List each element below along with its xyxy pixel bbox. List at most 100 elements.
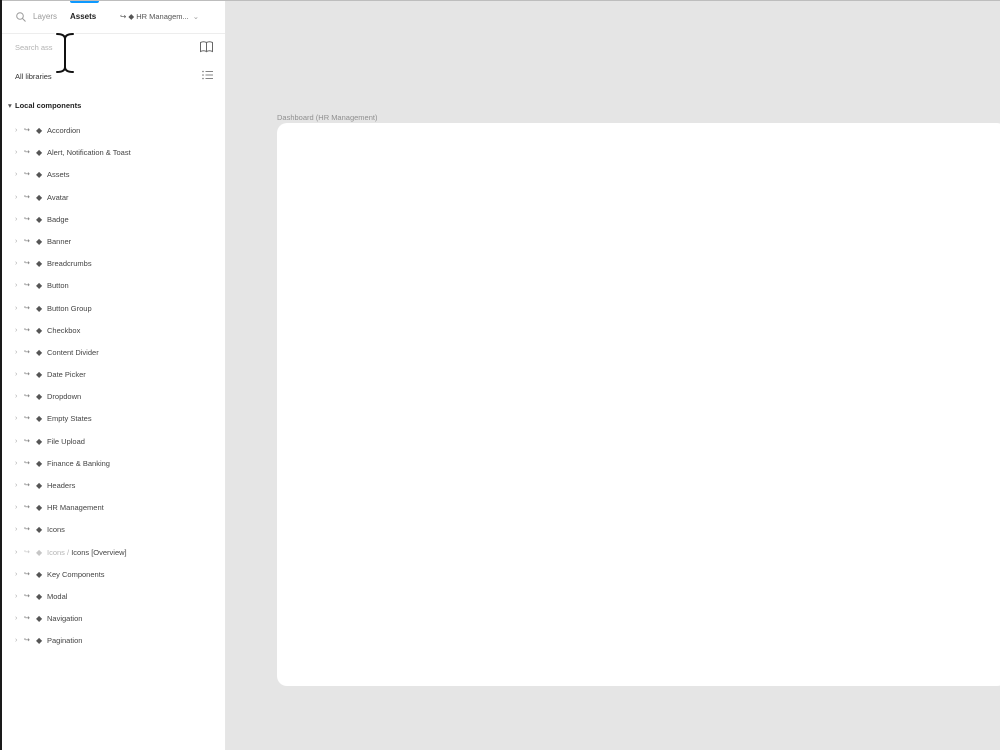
component-name: Button Group	[47, 303, 92, 313]
chevron-right-icon[interactable]: ›	[15, 542, 17, 564]
instance-icon: ↪	[24, 348, 30, 356]
component-list-item[interactable]: › ↪ ◆ Avatar	[2, 187, 225, 209]
instance-icon: ↪	[24, 282, 30, 290]
frame-label[interactable]: Dashboard (HR Management)	[277, 112, 377, 123]
component-list-item[interactable]: › ↪ ◆ Accordion	[2, 120, 225, 142]
chevron-right-icon[interactable]: ›	[15, 364, 17, 386]
book-icon[interactable]	[199, 40, 214, 53]
component-list-item[interactable]: › ↪ ◆ Button Group	[2, 298, 225, 320]
component-diamond-icon: ◆	[36, 636, 43, 646]
component-label: Key Components	[47, 564, 105, 586]
instance-icon: ↪	[24, 637, 30, 645]
component-name: Icons [Overview]	[71, 547, 127, 557]
chevron-right-icon[interactable]: ›	[15, 497, 17, 519]
list-view-icon[interactable]	[201, 69, 214, 81]
library-picker-label: ↪ ◆ HR Managem...	[120, 12, 189, 21]
chevron-right-icon[interactable]: ›	[15, 386, 17, 408]
component-diamond-icon: ◆	[36, 370, 43, 380]
component-name: Assets	[47, 170, 70, 180]
chevron-right-icon[interactable]: ›	[15, 564, 17, 586]
component-list-item[interactable]: › ↪ ◆ Finance & Banking	[2, 453, 225, 475]
chevron-right-icon[interactable]: ›	[15, 187, 17, 209]
component-name: Avatar	[47, 192, 69, 202]
chevron-right-icon[interactable]: ›	[15, 408, 17, 430]
instance-icon: ↪	[24, 326, 30, 334]
component-list-item[interactable]: › ↪ ◆ Navigation	[2, 608, 225, 630]
component-list-item[interactable]: › ↪ ◆ Date Picker	[2, 364, 225, 386]
chevron-right-icon[interactable]: ›	[15, 231, 17, 253]
chevron-right-icon[interactable]: ›	[15, 586, 17, 608]
component-diamond-icon: ◆	[36, 525, 43, 535]
component-name: Finance & Banking	[47, 458, 110, 468]
component-name: Content Divider	[47, 347, 99, 357]
chevron-right-icon[interactable]: ›	[15, 298, 17, 320]
chevron-right-icon[interactable]: ›	[15, 209, 17, 231]
component-list-item[interactable]: › ↪ ◆ Alert, Notification & Toast	[2, 142, 225, 164]
chevron-right-icon[interactable]: ›	[15, 142, 17, 164]
component-list-item[interactable]: › ↪ ◆ Modal	[2, 586, 225, 608]
instance-icon: ↪	[24, 237, 30, 245]
tab-layers[interactable]: Layers	[33, 11, 57, 23]
component-diamond-icon: ◆	[36, 414, 43, 424]
component-list-item[interactable]: › ↪ ◆ HR Management	[2, 497, 225, 519]
component-diamond-icon: ◆	[36, 569, 43, 579]
component-list-item[interactable]: › ↪ ◆ Icons	[2, 519, 225, 541]
chevron-right-icon[interactable]: ›	[15, 164, 17, 186]
component-name: Accordion	[47, 126, 81, 135]
chevron-right-icon[interactable]: ›	[15, 275, 17, 297]
component-diamond-icon: ◆	[36, 170, 43, 180]
component-list-item[interactable]: › ↪ ◆ Icons / Icons [Overview]	[2, 542, 225, 564]
chevron-right-icon[interactable]: ›	[15, 120, 17, 142]
chevron-right-icon[interactable]: ›	[15, 320, 17, 342]
component-list-item[interactable]: › ↪ ◆ Headers	[2, 475, 225, 497]
component-label: Headers	[47, 475, 75, 497]
chevron-right-icon[interactable]: ›	[15, 608, 17, 630]
instance-icon: ↪	[24, 504, 30, 512]
component-label: Empty States	[47, 408, 92, 430]
component-label: Badge	[47, 209, 69, 231]
component-list-item[interactable]: › ↪ ◆ Badge	[2, 209, 225, 231]
chevron-right-icon[interactable]: ›	[15, 475, 17, 497]
component-list-item[interactable]: › ↪ ◆ File Upload	[2, 431, 225, 453]
component-list-item[interactable]: › ↪ ◆ Pagination	[2, 630, 225, 652]
component-label: HR Management	[47, 497, 104, 519]
instance-icon: ↪	[24, 592, 30, 600]
chevron-right-icon[interactable]: ›	[15, 342, 17, 364]
component-list-item[interactable]: › ↪ ◆ Key Components	[2, 564, 225, 586]
instance-icon: ↪	[24, 127, 30, 134]
all-libraries-filter[interactable]: All libraries	[15, 71, 52, 83]
component-list-item[interactable]: › ↪ ◆ Breadcrumbs	[2, 253, 225, 275]
instance-icon: ↪	[24, 260, 30, 268]
component-list-item[interactable]: › ↪ ◆ Empty States	[2, 408, 225, 430]
component-list-item[interactable]: › ↪ ◆ Button	[2, 275, 225, 297]
tab-assets[interactable]: Assets	[70, 11, 96, 23]
component-diamond-icon: ◆	[36, 214, 43, 224]
component-name: Headers	[47, 481, 76, 490]
library-picker[interactable]: ↪ ◆ HR Managem... ⌄	[120, 11, 199, 23]
instance-icon: ↪	[24, 548, 30, 556]
chevron-right-icon[interactable]: ›	[15, 630, 17, 652]
instance-icon: ↪	[24, 149, 30, 157]
component-diamond-icon: ◆	[36, 325, 43, 335]
component-path-prefix: Icons /	[47, 547, 72, 557]
component-list-item[interactable]: › ↪ ◆ Content Divider	[2, 342, 225, 364]
search-assets-input[interactable]	[15, 40, 165, 54]
instance-icon: ↪	[24, 615, 30, 623]
component-list-item[interactable]: › ↪ ◆ Banner	[2, 231, 225, 253]
dashboard-frame[interactable]	[277, 123, 1000, 686]
chevron-right-icon[interactable]: ›	[15, 519, 17, 541]
component-list: › ↪ ◆ Accordion › ↪ ◆ Alert, Notification & Toa…	[2, 120, 225, 653]
local-components-header[interactable]: ▾ Local components	[8, 100, 81, 112]
chevron-right-icon[interactable]: ›	[15, 453, 17, 475]
component-label: Icons	[47, 519, 65, 541]
component-list-item[interactable]: › ↪ ◆ Checkbox	[2, 320, 225, 342]
component-list-item[interactable]: › ↪ ◆ Assets	[2, 164, 225, 186]
component-list-item[interactable]: › ↪ ◆ Dropdown	[2, 386, 225, 408]
search-icon[interactable]	[15, 11, 27, 23]
component-diamond-icon: ◆	[36, 591, 43, 601]
chevron-right-icon[interactable]: ›	[15, 431, 17, 453]
component-label: Assets	[47, 164, 70, 186]
component-label: Modal	[47, 586, 67, 608]
component-diamond-icon: ◆	[36, 126, 43, 135]
chevron-right-icon[interactable]: ›	[15, 253, 17, 275]
